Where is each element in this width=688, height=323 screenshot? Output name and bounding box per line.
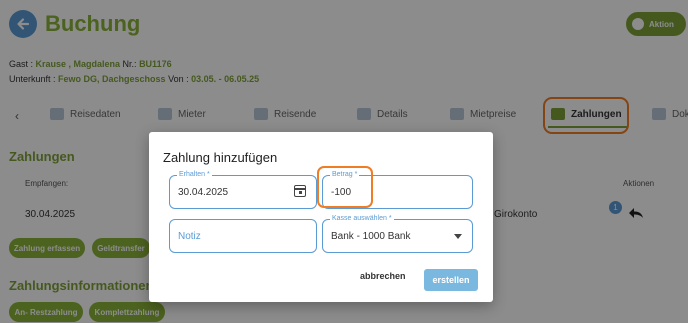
dropdown-arrow-icon[interactable] bbox=[454, 234, 462, 239]
kasse-label: Kasse auswählen * bbox=[330, 215, 394, 222]
notiz-field[interactable]: Notiz bbox=[169, 219, 317, 253]
kasse-select[interactable]: Kasse auswählen * Bank - 1000 Bank bbox=[322, 215, 473, 253]
erhalten-value: 30.04.2025 bbox=[178, 187, 229, 198]
create-button[interactable]: erstellen bbox=[424, 269, 478, 291]
betrag-highlight-outline bbox=[317, 166, 373, 208]
cancel-button[interactable]: abbrechen bbox=[360, 271, 406, 281]
notiz-placeholder: Notiz bbox=[178, 231, 201, 242]
erhalten-date-field[interactable]: Erhalten * 30.04.2025 bbox=[169, 171, 317, 209]
erhalten-label: Erhalten * bbox=[177, 171, 212, 178]
dialog-title: Zahlung hinzufügen bbox=[163, 150, 278, 165]
calendar-icon[interactable] bbox=[294, 185, 306, 197]
kasse-value: Bank - 1000 Bank bbox=[331, 231, 411, 242]
